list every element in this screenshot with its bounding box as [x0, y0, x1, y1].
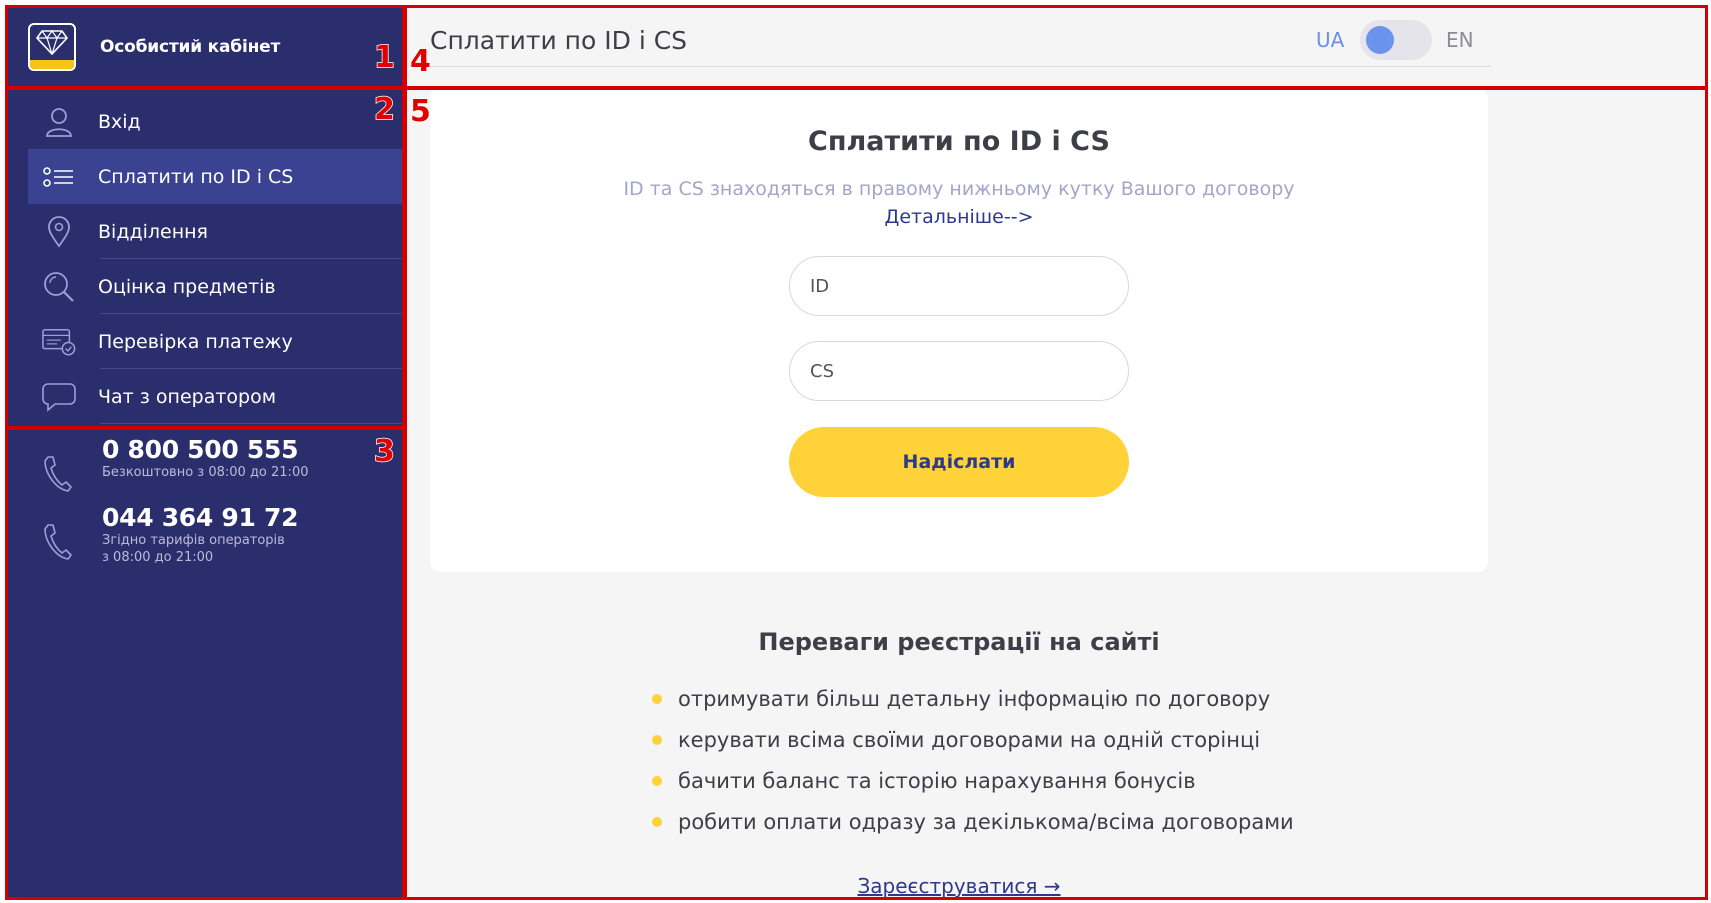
- benefit-text: керувати всіма своїми договорами на одні…: [678, 727, 1261, 752]
- phone-number[interactable]: 0 800 500 555: [102, 436, 308, 464]
- benefits-title: Переваги реєстрації на сайті: [758, 628, 1160, 656]
- annotation-marker-5: 5: [409, 93, 431, 130]
- bullet-icon: [652, 693, 662, 704]
- page-header: Сплатити по ID і CS UA EN: [406, 6, 1707, 88]
- phone-icon: [42, 454, 78, 494]
- bullet-icon: [652, 816, 662, 827]
- benefits-list: отримувати більш детальну інформацію по …: [652, 678, 1294, 842]
- payment-check-icon: [42, 325, 76, 359]
- sidebar-item-label: Вхід: [98, 110, 141, 133]
- chat-bubble-icon: [42, 380, 76, 414]
- list-item: робити оплати одразу за декількома/всіма…: [652, 801, 1294, 842]
- sidebar-item-label: Перевірка платежу: [98, 330, 293, 353]
- phone-icon: [42, 522, 78, 562]
- brand-header: Особистий кабінет: [6, 6, 404, 88]
- id-input[interactable]: [789, 256, 1129, 316]
- sidebar-nav: Вхід Сплатити по ID і CS Відділення Оцін…: [6, 94, 404, 424]
- lang-ua-label[interactable]: UA: [1316, 28, 1344, 52]
- form-hint: ID та CS знаходяться в правому нижньому …: [623, 178, 1295, 200]
- benefit-text: бачити баланс та історію нарахування бон…: [678, 768, 1196, 793]
- contact-phone-free[interactable]: 0 800 500 555 Безкоштовно з 08:00 до 21:…: [6, 436, 404, 504]
- sidebar-item-label: Чат з оператором: [98, 385, 277, 408]
- sidebar-item-branches[interactable]: Відділення: [6, 204, 404, 259]
- sidebar-item-label: Оцінка предметів: [98, 275, 276, 298]
- register-link[interactable]: Зареєструватися →: [430, 874, 1488, 898]
- annotation-marker-4: 4: [409, 43, 431, 80]
- diamond-logo-icon[interactable]: [28, 23, 76, 71]
- cs-input[interactable]: [789, 341, 1129, 401]
- sidebar-item-pay-by-id[interactable]: Сплатити по ID і CS: [28, 149, 404, 204]
- language-toggle[interactable]: [1360, 20, 1432, 60]
- page-title: Сплатити по ID і CS: [430, 26, 688, 55]
- list-item: бачити баланс та історію нарахування бон…: [652, 760, 1294, 801]
- annotation-marker-2: 2: [373, 91, 395, 128]
- magnifier-icon: [42, 270, 76, 304]
- payment-form-card: Сплатити по ID і CS ID та CS знаходяться…: [430, 88, 1488, 572]
- benefit-text: отримувати більш детальну інформацію по …: [678, 686, 1271, 711]
- sidebar-item-label: Відділення: [98, 220, 208, 243]
- details-link[interactable]: Детальніше-->: [430, 206, 1488, 228]
- phone-number[interactable]: 044 364 91 72: [102, 504, 298, 532]
- phone-note-hours: з 08:00 до 21:00: [102, 550, 214, 565]
- sidebar-item-login[interactable]: Вхід: [6, 94, 404, 149]
- annotation-marker-1: 1: [373, 39, 395, 76]
- sidebar-item-payment-check[interactable]: Перевірка платежу: [6, 314, 404, 369]
- user-icon: [42, 105, 76, 139]
- contacts-block: 0 800 500 555 Безкоштовно з 08:00 до 21:…: [6, 436, 404, 572]
- phone-note: Згідно тарифів операторів: [102, 533, 285, 548]
- header-divider: [430, 66, 1491, 67]
- sidebar-item-evaluation[interactable]: Оцінка предметів: [6, 259, 404, 314]
- sidebar: Особистий кабінет Вхід Сплатити по ID і …: [6, 6, 404, 900]
- annotation-marker-3: 3: [373, 433, 395, 470]
- main-content: Сплатити по ID і CS ID та CS знаходяться…: [406, 88, 1707, 900]
- submit-button[interactable]: Надіслати: [789, 427, 1129, 497]
- benefit-text: робити оплати одразу за декількома/всіма…: [678, 809, 1294, 834]
- sidebar-item-label: Сплатити по ID і CS: [98, 165, 294, 188]
- divider: [100, 423, 404, 424]
- list-item: керувати всіма своїми договорами на одні…: [652, 719, 1294, 760]
- phone-note: Безкоштовно з 08:00 до 21:00: [102, 465, 309, 480]
- sidebar-item-chat[interactable]: Чат з оператором: [6, 369, 404, 424]
- form-title: Сплатити по ID і CS: [808, 126, 1110, 157]
- location-pin-icon: [42, 215, 76, 249]
- list-item: отримувати більш детальну інформацію по …: [652, 678, 1294, 719]
- brand-title: Особистий кабінет: [100, 37, 281, 57]
- list-icon: [42, 160, 76, 194]
- lang-en-label[interactable]: EN: [1446, 28, 1474, 52]
- bullet-icon: [652, 775, 662, 786]
- toggle-knob: [1366, 26, 1394, 54]
- contact-phone-kyiv[interactable]: 044 364 91 72 Згідно тарифів операторів …: [6, 504, 404, 572]
- bullet-icon: [652, 734, 662, 745]
